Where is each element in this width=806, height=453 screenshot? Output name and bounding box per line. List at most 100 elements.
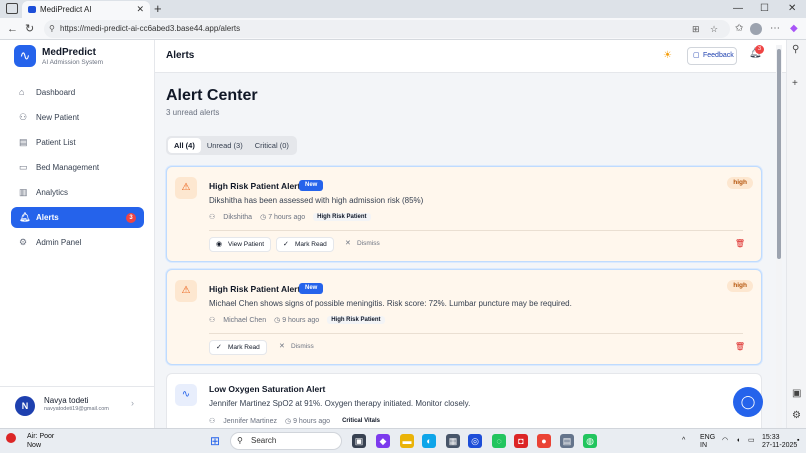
taskbar-search[interactable]: ⚲ Search xyxy=(230,432,342,450)
weather-widget[interactable]: Air: Poor Now xyxy=(27,432,54,450)
page-title: Alerts xyxy=(166,50,195,61)
close-window-icon[interactable]: ✕ xyxy=(788,0,796,18)
whatsapp-icon[interactable]: ◍ xyxy=(583,434,597,448)
edge-browser-icon[interactable]: ◐ xyxy=(422,434,436,448)
favorites-icon[interactable]: ✩ xyxy=(735,22,743,36)
browser-tab[interactable]: MediPredict AI ✕ xyxy=(22,1,150,18)
alert-message: Dikshitha has been assessed with high ad… xyxy=(209,196,424,205)
divider xyxy=(209,333,743,334)
scrollbar-thumb[interactable] xyxy=(777,49,781,259)
gear-icon: ⚙ xyxy=(19,237,28,247)
app-install-icon[interactable]: ⊞ xyxy=(692,20,700,38)
copilot-app-icon[interactable]: ◆ xyxy=(376,434,390,448)
message-icon: ▢ xyxy=(693,52,700,59)
refresh-icon[interactable]: ↻ xyxy=(25,21,34,37)
alert-title: High Risk Patient Alert xyxy=(209,181,301,191)
sidebar-item-new-patient[interactable]: ⚇ New Patient xyxy=(11,107,144,128)
chat-button[interactable]: ◯ xyxy=(733,387,763,417)
volume-icon[interactable]: ◖ xyxy=(736,437,740,445)
security-app-icon[interactable]: ◘ xyxy=(514,434,528,448)
bed-icon: ▭ xyxy=(19,162,28,172)
category-badge: High Risk Patient xyxy=(313,213,371,221)
sidebar-item-admin-panel[interactable]: ⚙ Admin Panel xyxy=(11,232,144,253)
user-name: Navya todeti xyxy=(44,396,89,405)
copilot-icon[interactable]: ◆ xyxy=(790,22,798,36)
battery-icon[interactable]: ▭ xyxy=(748,437,755,445)
search-label: Search xyxy=(251,436,277,445)
site-info-icon[interactable]: ⚲ xyxy=(49,20,55,38)
page-scrollbar[interactable] xyxy=(776,45,782,428)
tab-critical[interactable]: Critical (0) xyxy=(249,138,295,153)
feedback-label: Feedback xyxy=(703,52,734,59)
new-badge: New xyxy=(299,283,324,294)
clock[interactable]: 15:33 27-11-2025 xyxy=(762,434,797,450)
hp-app-icon[interactable]: ◎ xyxy=(468,434,482,448)
delete-icon[interactable]: 🗑︎ xyxy=(735,239,745,248)
settings-icon[interactable]: ⚙ xyxy=(792,410,801,421)
dismiss-button[interactable]: ✕ Dismiss xyxy=(339,237,386,252)
tab-all[interactable]: All (4) xyxy=(168,138,201,153)
sidebar-item-label: Bed Management xyxy=(36,163,100,172)
sidebar-item-alerts[interactable]: 🔔︎ Alerts 3 xyxy=(11,207,144,228)
back-icon[interactable]: ← xyxy=(7,21,18,37)
close-icon: ✕ xyxy=(345,240,351,247)
chevron-up-icon[interactable]: ^ xyxy=(682,437,685,445)
brand-subtitle: AI Admission System xyxy=(42,59,104,66)
view-patient-button[interactable]: ◉ View Patient xyxy=(209,237,272,252)
windows-start-icon[interactable]: ⊞ xyxy=(210,434,220,448)
activity-icon: ∿ xyxy=(175,384,197,406)
home-icon: ⌂ xyxy=(19,87,25,97)
user-profile[interactable]: N Navya todeti navyatodeti19@gmail.com › xyxy=(0,386,155,428)
add-icon[interactable]: + xyxy=(792,78,798,89)
profile-avatar[interactable] xyxy=(750,23,762,35)
edge-sidebar: ⚲ + ▣ ⚙ xyxy=(786,40,806,428)
windows-taskbar: Air: Poor Now ⊞ ⚲ Search ▣ ◆ ▬ ◐ ▦ ◎ ◌ ◘… xyxy=(0,428,806,453)
sidebar-item-label: Alerts xyxy=(36,213,59,222)
task-view-icon[interactable]: ▣ xyxy=(352,434,366,448)
lang-line-2: IN xyxy=(700,442,707,449)
more-menu-icon[interactable]: ⋯ xyxy=(770,22,780,36)
severity-badge: high xyxy=(727,280,753,292)
app-icon[interactable]: ▤ xyxy=(560,434,574,448)
unread-count-text: 3 unread alerts xyxy=(166,108,220,117)
mark-read-button[interactable]: ✓ Mark Read xyxy=(276,237,334,252)
sidebar-item-label: Dashboard xyxy=(36,88,76,97)
url-field[interactable]: ⚲ https://medi-predict-ai-cc6abed3.base4… xyxy=(44,20,730,38)
feedback-button[interactable]: ▢ Feedback xyxy=(687,47,737,65)
language-indicator[interactable]: ENG IN xyxy=(700,434,715,450)
close-tab-icon[interactable]: ✕ xyxy=(136,1,144,18)
chrome-alt-icon[interactable]: ◌ xyxy=(492,434,506,448)
delete-icon[interactable]: 🗑︎ xyxy=(735,342,745,351)
sidebar-item-label: New Patient xyxy=(36,113,80,122)
avatar: N xyxy=(15,396,35,416)
sidebar-item-patient-list[interactable]: ▤ Patient List xyxy=(11,132,144,153)
alert-message: Jennifer Martinez SpO2 at 91%. Oxygen th… xyxy=(209,399,471,408)
new-tab-button[interactable]: + xyxy=(154,1,162,17)
sidebar-item-bed-management[interactable]: ▭ Bed Management xyxy=(11,157,144,178)
new-badge: New xyxy=(299,180,324,191)
minimize-icon[interactable]: — xyxy=(733,0,743,18)
favorite-star-icon[interactable]: ☆ xyxy=(710,20,718,38)
store-icon[interactable]: ▦ xyxy=(446,434,460,448)
wifi-icon[interactable]: ◠ xyxy=(722,437,728,445)
search-icon[interactable]: ⚲ xyxy=(792,44,799,55)
maximize-icon[interactable]: ☐ xyxy=(760,0,769,18)
clock-icon: ◷ xyxy=(284,418,292,425)
theme-toggle-icon[interactable]: ☀ xyxy=(663,50,672,61)
alerts-count-badge: 3 xyxy=(126,213,136,223)
tab-unread[interactable]: Unread (3) xyxy=(201,138,249,153)
pulse-logo-icon: ∿ xyxy=(14,45,36,67)
weather-icon[interactable] xyxy=(6,433,16,443)
sidebar-toggle-icon[interactable]: ▣ xyxy=(792,388,801,399)
sidebar-item-dashboard[interactable]: ⌂ Dashboard xyxy=(11,82,144,103)
workspaces-icon[interactable] xyxy=(6,3,18,14)
dismiss-button[interactable]: ✕ Dismiss xyxy=(273,340,320,355)
alert-patient: Dikshitha xyxy=(223,213,253,221)
sidebar-item-analytics[interactable]: ▥ Analytics xyxy=(11,182,144,203)
clipboard-icon: ▤ xyxy=(19,137,28,147)
mark-read-button[interactable]: ✓ Mark Read xyxy=(209,340,267,355)
notification-center-icon[interactable]: ▪ xyxy=(797,437,799,445)
file-explorer-icon[interactable]: ▬ xyxy=(400,434,414,448)
chrome-icon[interactable]: ● xyxy=(537,434,551,448)
alert-meta: ⚇ Dikshitha ◷ 7 hours ago High Risk Pati… xyxy=(209,213,379,221)
